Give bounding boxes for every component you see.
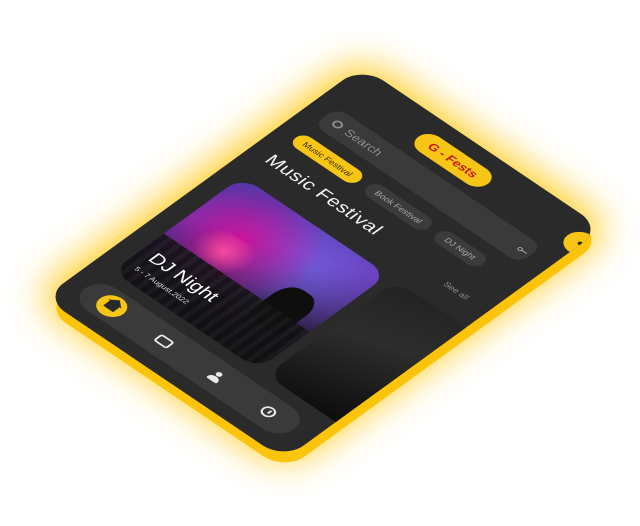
phone-screen: G - Fests ● Search ⟜ Music Festival Book… — [43, 66, 603, 460]
nav-profile-button[interactable] — [194, 361, 238, 392]
mockup-stage: G - Fests ● Search ⟜ Music Festival Book… — [0, 0, 640, 526]
see-all-link[interactable]: See all — [441, 280, 471, 301]
search-icon — [329, 119, 346, 131]
ticket-icon — [152, 333, 175, 349]
filter-icon: ⟜ — [513, 242, 535, 257]
search-input[interactable]: Search — [313, 107, 543, 264]
home-icon — [102, 299, 120, 312]
app-screen: G - Fests ● Search ⟜ Music Festival Book… — [44, 66, 603, 459]
nav-history-button[interactable] — [246, 396, 290, 427]
history-icon — [256, 403, 279, 420]
notification-button[interactable]: ● — [556, 227, 603, 260]
bell-icon: ● — [572, 238, 588, 249]
profile-icon — [206, 369, 226, 383]
nav-home-button[interactable] — [89, 290, 134, 322]
search-placeholder: Search — [341, 126, 387, 158]
nav-tickets-button[interactable] — [142, 326, 186, 357]
